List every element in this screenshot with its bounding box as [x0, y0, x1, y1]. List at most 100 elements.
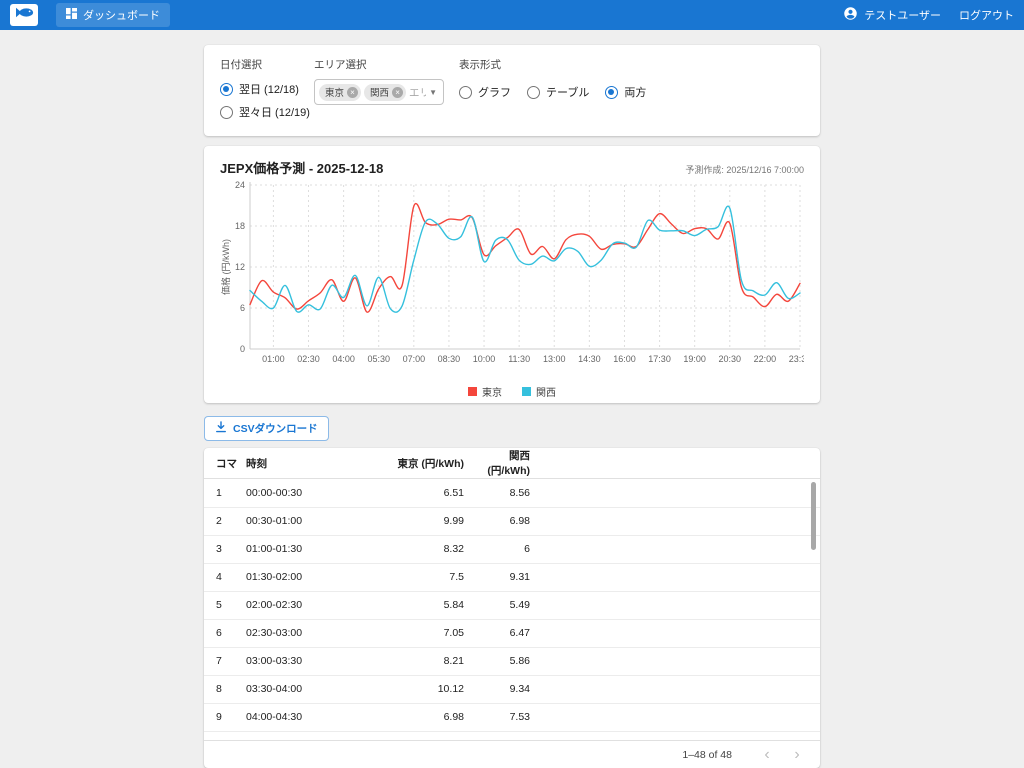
chart-legend: 東京 関西 — [220, 384, 804, 399]
table-cell: 4 — [204, 563, 246, 592]
table-cell-spacer — [530, 619, 820, 648]
col-header-time: 時刻 — [246, 448, 369, 479]
radio-icon — [220, 105, 233, 119]
chip-label: 東京 — [325, 88, 345, 99]
legend-item-関西[interactable]: 関西 — [522, 384, 556, 399]
table-cell: 9.31 — [464, 563, 530, 592]
svg-text:17:30: 17:30 — [648, 354, 671, 364]
table-cell: 6.51 — [369, 479, 464, 508]
svg-text:08:30: 08:30 — [438, 354, 461, 364]
table-cell-spacer — [530, 479, 820, 508]
radio-label: 翌日 (12/18) — [239, 84, 299, 96]
price-table-card: コマ 時刻 東京 (円/kWh) 関西 (円/kWh) 1 00:00-00:30… — [204, 448, 820, 768]
table-cell-spacer — [530, 535, 820, 564]
table-row[interactable]: 8 03:30-04:00 10.12 9.34 — [204, 675, 820, 704]
svg-text:20:30: 20:30 — [719, 354, 742, 364]
table-cell: 01:00-01:30 — [246, 535, 369, 564]
table-cell: 03:00-03:30 — [246, 647, 369, 676]
chip-delete-icon[interactable]: × — [392, 86, 404, 98]
table-header-row: コマ 時刻 東京 (円/kWh) 関西 (円/kWh) — [204, 448, 820, 479]
legend-item-東京[interactable]: 東京 — [468, 384, 502, 399]
radio-next-day[interactable]: 翌日 (12/18) — [220, 79, 314, 99]
radio-icon — [527, 85, 540, 99]
table-row[interactable]: 5 02:00-02:30 5.84 5.49 — [204, 591, 820, 620]
area-select-label: エリア選択 — [314, 59, 367, 71]
table-cell-spacer — [530, 731, 820, 741]
svg-text:22:00: 22:00 — [754, 354, 777, 364]
table-row[interactable]: 9 04:00-04:30 6.98 7.53 — [204, 703, 820, 732]
scrollbar-thumb[interactable] — [811, 482, 816, 550]
table-row[interactable]: 7 03:00-03:30 8.21 5.86 — [204, 647, 820, 676]
table-cell: 00:30-01:00 — [246, 507, 369, 536]
table-cell: 7.53 — [464, 703, 530, 732]
table-cell: 01:30-02:00 — [246, 563, 369, 592]
radio-day-after-next[interactable]: 翌々日 (12/19) — [220, 102, 314, 122]
table-row[interactable]: 1 00:00-00:30 6.51 8.56 — [204, 479, 820, 508]
price-line-chart[interactable]: 0 6 12 18 24 01:00 02:30 04:00 05:30 07:00 08:30 10… — [220, 179, 811, 378]
col-header-koma: コマ — [204, 448, 246, 479]
nav-dashboard-label: ダッシュボード — [83, 10, 160, 22]
table-cell: 10.77 — [464, 731, 530, 741]
svg-text:02:30: 02:30 — [297, 354, 320, 364]
user-menu[interactable]: テストユーザー — [843, 6, 941, 24]
table-cell: 04:00-04:30 — [246, 703, 369, 732]
table-cell: 9.99 — [369, 507, 464, 536]
radio-icon — [459, 85, 472, 99]
radio-label: テーブル — [546, 87, 590, 99]
table-cell: 10 — [204, 731, 246, 741]
svg-text:04:00: 04:00 — [332, 354, 355, 364]
table-row[interactable]: 1004:30-05:0010.4110.77 — [204, 731, 820, 741]
legend-swatch-icon — [468, 387, 477, 396]
radio-icon — [605, 85, 619, 99]
legend-label: 東京 — [482, 388, 502, 399]
table-cell: 5 — [204, 591, 246, 620]
table-row[interactable]: 4 01:30-02:00 7.5 9.31 — [204, 563, 820, 592]
top-navbar: ダッシュボード テストユーザー ログアウト — [0, 0, 1024, 30]
table-cell: 6 — [204, 619, 246, 648]
svg-text:23:30: 23:30 — [789, 354, 804, 364]
pagination-prev-button[interactable]: ‹ — [754, 742, 780, 768]
table-cell: 02:30-03:00 — [246, 619, 369, 648]
svg-text:16:00: 16:00 — [613, 354, 636, 364]
radio-table[interactable]: テーブル — [527, 82, 589, 102]
table-row[interactable]: 3 01:00-01:30 8.32 6 — [204, 535, 820, 564]
radio-both[interactable]: 両方 — [605, 82, 646, 102]
legend-swatch-icon — [522, 387, 531, 396]
svg-text:12: 12 — [235, 262, 245, 272]
table-cell-spacer — [530, 703, 820, 732]
table-cell: 7 — [204, 647, 246, 676]
svg-text:11:30: 11:30 — [508, 354, 530, 364]
table-cell: 9 — [204, 703, 246, 732]
pagination-next-button[interactable]: › — [784, 742, 810, 768]
table-cell: 00:00-00:30 — [246, 479, 369, 508]
table-row[interactable]: 2 00:30-01:00 9.99 6.98 — [204, 507, 820, 536]
svg-text:24: 24 — [235, 180, 245, 190]
table-scroll-area[interactable]: 1 00:00-00:30 6.51 8.56 2 00:30-01:00 9.99 6.98… — [204, 479, 820, 741]
dashboard-grid-icon — [66, 8, 77, 22]
svg-text:13:00: 13:00 — [543, 354, 566, 364]
chip-delete-icon[interactable]: × — [347, 86, 359, 98]
chevron-down-icon: ▼ — [429, 87, 437, 97]
col-header-kansai: 関西 (円/kWh) — [464, 448, 530, 479]
table-row[interactable]: 6 02:30-03:00 7.05 6.47 — [204, 619, 820, 648]
table-cell: 10.12 — [369, 675, 464, 704]
svg-text:6: 6 — [240, 303, 245, 313]
table-cell: 6.47 — [464, 619, 530, 648]
download-icon — [215, 421, 227, 436]
logout-button[interactable]: ログアウト — [959, 7, 1014, 23]
area-multiselect[interactable]: 東京 × 関西 × エリ... ▼ — [314, 79, 444, 105]
chip-tokyo: 東京 × — [319, 83, 362, 101]
app-logo[interactable] — [10, 4, 38, 26]
radio-graph[interactable]: グラフ — [459, 82, 511, 102]
nav-dashboard-button[interactable]: ダッシュボード — [56, 3, 170, 27]
area-placeholder: エリ... — [409, 86, 427, 99]
svg-text:10:00: 10:00 — [473, 354, 496, 364]
account-circle-icon — [843, 6, 858, 24]
svg-text:19:00: 19:00 — [683, 354, 706, 364]
table-cell-spacer — [530, 675, 820, 704]
csv-download-button[interactable]: CSVダウンロード — [204, 416, 329, 441]
svg-text:14:30: 14:30 — [578, 354, 601, 364]
table-cell: 6.98 — [369, 703, 464, 732]
table-cell: 6.98 — [464, 507, 530, 536]
table-cell: 5.84 — [369, 591, 464, 620]
